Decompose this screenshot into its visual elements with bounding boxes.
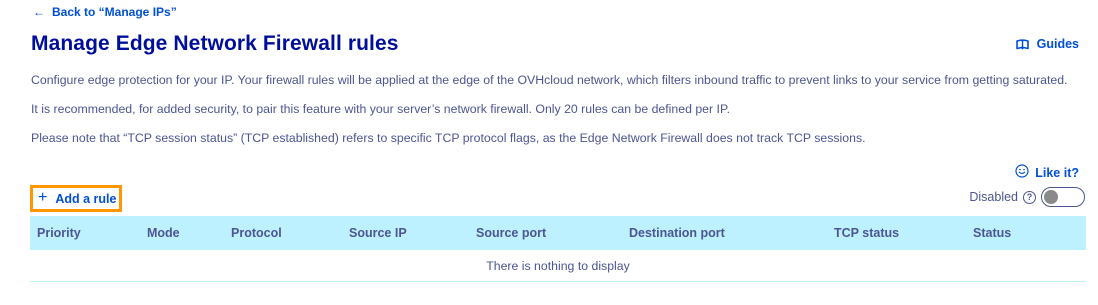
column-header-source-ip[interactable]: Source IP [349, 226, 407, 240]
column-header-tcp-status[interactable]: TCP status [834, 226, 899, 240]
firewall-rules-table: Priority Mode Protocol Source IP Source … [30, 216, 1086, 282]
column-header-status[interactable]: Status [973, 226, 1011, 240]
toggle-status-label: Disabled [969, 190, 1018, 204]
column-header-source-port[interactable]: Source port [476, 226, 546, 240]
back-to-manage-ips-link[interactable]: ← Back to “Manage IPs” [33, 5, 177, 19]
column-header-priority[interactable]: Priority [37, 226, 81, 240]
description-tcp-note: Please note that “TCP session status” (T… [31, 131, 866, 145]
column-header-destination-port[interactable]: Destination port [629, 226, 725, 240]
table-empty-row: There is nothing to display [30, 250, 1086, 282]
empty-state-message: There is nothing to display [486, 258, 630, 273]
table-header-row: Priority Mode Protocol Source IP Source … [30, 216, 1086, 250]
description-edge-protection: Configure edge protection for your IP. Y… [31, 73, 1068, 87]
column-header-mode[interactable]: Mode [147, 226, 180, 240]
firewall-toggle-switch[interactable] [1041, 187, 1085, 207]
like-it-link[interactable]: Like it? [1015, 164, 1079, 181]
arrow-left-icon: ← [33, 5, 45, 19]
book-icon [1015, 38, 1029, 50]
add-rule-button[interactable]: + Add a rule [30, 185, 122, 212]
column-header-protocol[interactable]: Protocol [231, 226, 282, 240]
guides-label: Guides [1036, 37, 1079, 51]
like-it-label: Like it? [1035, 165, 1079, 180]
help-icon[interactable]: ? [1023, 190, 1036, 204]
plus-icon: + [38, 188, 48, 206]
toggle-knob [1044, 190, 1058, 204]
firewall-status-control: Disabled ? [969, 187, 1085, 207]
page-title: Manage Edge Network Firewall rules [31, 32, 399, 55]
add-rule-label: Add a rule [55, 191, 117, 206]
guides-link[interactable]: Guides [1015, 37, 1079, 51]
smiley-icon [1015, 164, 1029, 181]
back-link-label: Back to “Manage IPs” [52, 5, 177, 19]
description-recommendation: It is recommended, for added security, t… [31, 102, 730, 116]
